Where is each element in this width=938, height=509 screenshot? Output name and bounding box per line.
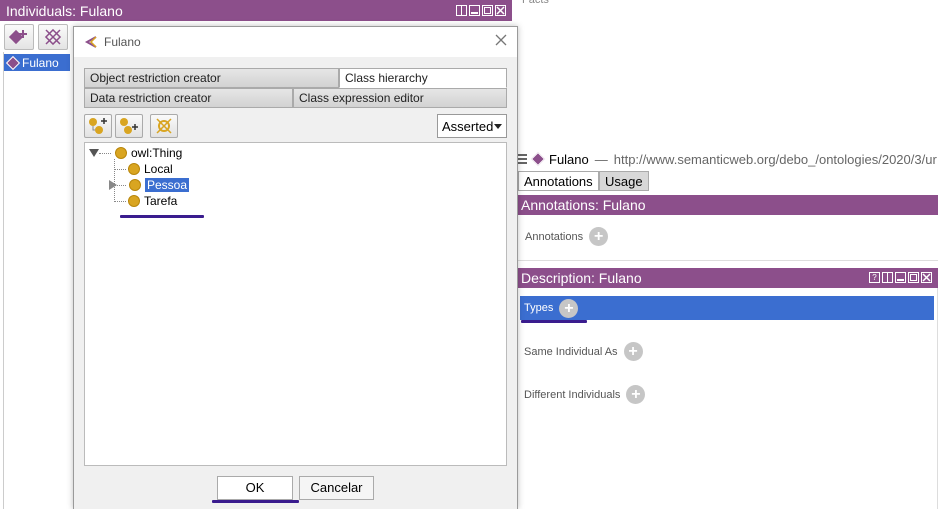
individual-label: Fulano [22,55,59,70]
add-individual-icon [8,29,27,45]
individual-icon [530,151,546,167]
maximize-icon[interactable] [482,5,493,16]
description-header: Description: Fulano ? [517,268,938,288]
entity-name: Fulano [549,151,589,167]
delete-individual-button[interactable] [38,24,68,50]
split-icon[interactable] [882,272,893,283]
entity-tabs: Annotations Usage [517,170,938,192]
tree-node-label: owl:Thing [131,146,183,160]
tree-node-tarefa[interactable]: Tarefa [128,193,177,209]
add-sibling-icon [120,118,138,134]
individuals-panel-header: Individuals: Fulano [0,0,512,21]
hierarchy-toolbar: Asserted [84,114,507,140]
class-tree: owl:Thing Local Pessoa Tarefa [84,142,507,466]
tab-row-1: Object restriction creator Class hierarc… [84,68,507,88]
class-dialog: Fulano Object restriction creator Class … [73,26,518,509]
dialog-titlebar: Fulano [74,27,517,57]
close-icon[interactable] [495,5,506,16]
tab-annotations[interactable]: Annotations [518,171,599,191]
annotations-header: Annotations: Fulano [517,195,938,215]
facts-label: Facts [522,0,549,6]
menu-icon[interactable] [517,154,527,164]
cancel-button[interactable]: Cancelar [299,476,374,500]
dialog-close-icon[interactable] [493,33,509,49]
delete-class-button[interactable] [150,114,178,138]
view-mode-select[interactable]: Asserted [437,114,507,138]
individual-list-item[interactable]: Fulano [4,54,70,71]
tree-node-root[interactable]: owl:Thing [89,145,182,161]
add-subclass-icon [89,118,107,134]
types-label: Types [524,302,554,314]
dialog-title: Fulano [104,35,141,49]
close-icon[interactable] [921,272,932,283]
chevron-down-icon [494,123,502,129]
types-row[interactable]: Types + [520,296,934,320]
annotations-row: Annotations + [525,227,609,246]
minimize-icon[interactable] [469,5,480,16]
delete-individual-icon [44,28,62,46]
add-individual-button[interactable] [4,24,34,50]
individual-icon [5,55,21,70]
same-individual-row: Same Individual As + [524,342,643,361]
add-annotation-icon[interactable]: + [589,227,609,246]
different-individuals-row: Different Individuals + [524,385,646,404]
class-icon [128,195,140,207]
tab-object-restriction-creator[interactable]: Object restriction creator [84,68,339,88]
tree-connector [114,201,126,202]
ok-button[interactable]: OK [217,476,293,500]
add-different-individual-icon[interactable]: + [626,385,646,404]
description-title: Description: Fulano [521,270,642,286]
split-icon[interactable] [456,5,467,16]
delete-class-icon [156,118,172,134]
annotation-underline [120,215,204,218]
add-type-icon[interactable]: + [559,298,579,318]
individuals-list [3,52,73,509]
description-window-controls: ? [869,272,932,283]
same-individual-label: Same Individual As [524,345,618,358]
add-same-individual-icon[interactable]: + [623,342,643,361]
maximize-icon[interactable] [908,272,919,283]
view-mode-value: Asserted [442,118,494,134]
minimize-icon[interactable] [895,272,906,283]
expand-arrow-icon[interactable] [89,149,99,157]
entity-header: Fulano — http://www.semanticweb.org/debo… [517,148,938,170]
help-icon[interactable]: ? [869,272,880,283]
tree-node-local[interactable]: Local [128,161,173,177]
annotation-underline [521,320,587,323]
annotations-label: Annotations [525,230,584,243]
tab-usage[interactable]: Usage [599,171,649,191]
individuals-panel-title: Individuals: Fulano [6,3,123,19]
individuals-toolbar [0,21,75,53]
entity-iri: http://www.semanticweb.org/debo_/ontolog… [613,151,937,167]
tab-data-restriction-creator[interactable]: Data restriction creator [84,88,293,108]
annotations-body: Annotations + [517,215,938,261]
collapse-arrow-icon[interactable] [109,180,117,190]
different-individuals-label: Different Individuals [524,388,621,401]
annotation-underline [212,500,299,503]
tree-node-label: Local [144,162,173,176]
panel-window-controls [456,5,506,16]
tab-class-expression-editor[interactable]: Class expression editor [293,88,507,108]
class-icon [115,147,127,159]
class-icon [129,179,141,191]
tree-node-label: Tarefa [144,194,178,208]
tree-node-pessoa[interactable]: Pessoa [109,177,190,193]
add-subclass-button[interactable] [84,114,112,138]
class-icon [128,163,140,175]
add-sibling-button[interactable] [115,114,143,138]
tab-row-2: Data restriction creator Class expressio… [84,88,507,108]
protege-logo-icon [84,36,97,48]
entity-separator: — [594,151,608,167]
tab-class-hierarchy[interactable]: Class hierarchy [339,68,507,88]
tree-node-label: Pessoa [145,178,190,192]
tree-connector [114,169,126,170]
